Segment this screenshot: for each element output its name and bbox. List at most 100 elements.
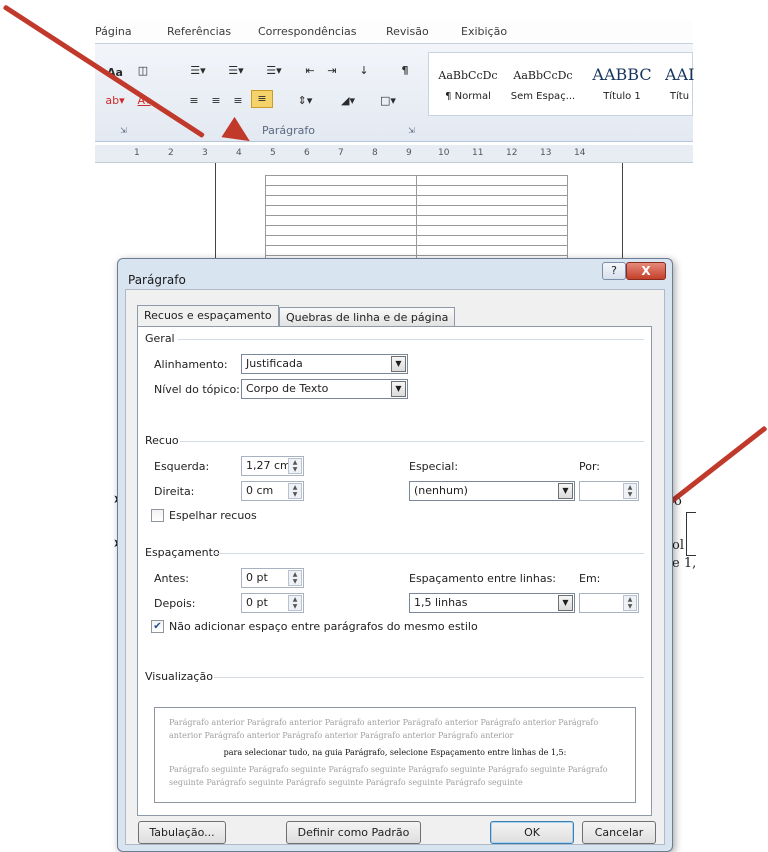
style-sample: AaBbCcDc — [513, 69, 573, 82]
borders-icon[interactable]: □▾ — [372, 92, 404, 110]
ruler-mark: 1 — [134, 148, 140, 158]
dropdown-arrow-icon[interactable]: ▼ — [558, 595, 573, 611]
style-sample: AAI — [665, 65, 694, 84]
cancelar-button[interactable]: Cancelar — [582, 821, 656, 844]
antes-label: Antes: — [154, 572, 190, 585]
horizontal-ruler[interactable]: 1 2 3 4 5 6 7 8 9 10 11 12 13 14 — [95, 145, 693, 163]
clear-format-icon[interactable]: ◫ — [133, 62, 153, 80]
tab-recuos-espacamento[interactable]: Recuos e espaçamento — [137, 305, 279, 326]
shading-icon[interactable]: ◢▾ — [330, 92, 366, 110]
ruler-mark: 6 — [304, 148, 310, 158]
por-spinner[interactable]: ▲ ▼ — [579, 481, 639, 501]
preview-current-paragraph: para selecionar tudo, na guia Parágrafo,… — [223, 748, 567, 757]
nivel-value: Corpo de Texto — [246, 382, 329, 395]
tabulacao-button[interactable]: Tabulação... — [138, 821, 226, 844]
spin-arrows-icon[interactable]: ▲ ▼ — [288, 458, 302, 474]
alinhamento-select[interactable]: Justificada ▼ — [241, 354, 408, 374]
direita-value: 0 cm — [246, 484, 274, 497]
style-name: Título 1 — [603, 91, 641, 102]
paragraph-launcher-icon[interactable]: ⇲ — [408, 126, 415, 135]
align-center-icon[interactable]: ≡ — [207, 92, 225, 110]
multilevel-list-icon[interactable]: ☰▾ — [256, 62, 292, 80]
especial-label: Especial: — [409, 460, 459, 473]
numbering-icon[interactable]: ☰▾ — [218, 62, 254, 80]
preview-box: Parágrafo anterior Parágrafo anterior Pa… — [154, 707, 636, 803]
section-recuo: Recuo — [145, 434, 179, 447]
ruler-mark: 3 — [202, 148, 208, 158]
ruler-mark: 10 — [438, 148, 450, 158]
definir-padrao-button[interactable]: Definir como Padrão — [286, 821, 421, 844]
depois-value: 0 pt — [246, 596, 268, 609]
depois-spinner[interactable]: 0 pt ▲ ▼ — [241, 593, 304, 613]
antes-spinner[interactable]: 0 pt ▲ ▼ — [241, 568, 304, 588]
tab-pagina[interactable]: Página — [95, 25, 132, 38]
ruler-mark: 7 — [338, 148, 344, 158]
style-titulo-2[interactable]: AAI Títu — [665, 65, 694, 102]
section-divider — [214, 677, 644, 678]
spin-arrows-icon[interactable]: ▲ ▼ — [623, 483, 637, 499]
direita-label: Direita: — [154, 485, 195, 498]
espelhar-checkbox[interactable] — [151, 509, 164, 522]
tab-exibicao[interactable]: Exibição — [461, 25, 507, 38]
style-name: ¶ Normal — [445, 91, 491, 102]
dialog-title: Parágrafo — [128, 273, 186, 287]
nivel-select[interactable]: Corpo de Texto ▼ — [241, 379, 408, 399]
espelhar-label[interactable]: Espelhar recuos — [169, 509, 257, 522]
tab-referencias[interactable]: Referências — [167, 25, 231, 38]
document-box-fragment — [686, 512, 696, 556]
nao-adicionar-label[interactable]: Não adicionar espaço entre parágrafos do… — [169, 620, 478, 633]
preview-next-paragraph: Parágrafo seguinte Parágrafo seguinte Pa… — [169, 765, 608, 787]
highlight-icon[interactable]: ab▾ — [100, 92, 130, 110]
style-sample: AABBC — [592, 65, 652, 84]
justify-icon[interactable]: ≡ — [251, 90, 273, 108]
help-button[interactable]: ? — [602, 262, 626, 280]
spin-arrows-icon[interactable]: ▲ ▼ — [288, 483, 302, 499]
depois-label: Depois: — [154, 597, 196, 610]
tab-correspondencias[interactable]: Correspondências — [258, 25, 357, 38]
increase-indent-icon[interactable]: ⇥ — [322, 62, 342, 80]
ruler-mark: 5 — [270, 148, 276, 158]
spin-arrows-icon[interactable]: ▲ ▼ — [288, 595, 302, 611]
em-spinner[interactable]: ▲ ▼ — [579, 593, 639, 613]
show-marks-icon[interactable]: ¶ — [396, 62, 414, 80]
font-launcher-icon[interactable]: ⇲ — [120, 126, 127, 135]
dropdown-arrow-icon[interactable]: ▼ — [558, 483, 573, 499]
section-divider — [178, 339, 644, 340]
style-normal[interactable]: AaBbCcDc ¶ Normal — [435, 69, 501, 102]
line-spacing-icon[interactable]: ⇕▾ — [290, 92, 320, 110]
close-button[interactable]: X — [626, 262, 666, 280]
dropdown-arrow-icon[interactable]: ▼ — [391, 381, 406, 397]
entre-linhas-select[interactable]: 1,5 linhas ▼ — [409, 593, 575, 613]
styles-gallery: AaBbCcDc ¶ Normal AaBbCcDc Sem Espaç... … — [428, 52, 694, 116]
ok-button[interactable]: OK — [490, 821, 574, 844]
ruler-mark: 14 — [574, 148, 586, 158]
align-left-icon[interactable]: ≡ — [185, 92, 203, 110]
spin-arrows-icon[interactable]: ▲ ▼ — [288, 570, 302, 586]
spin-arrows-icon[interactable]: ▲ ▼ — [623, 595, 637, 611]
ruler-mark: 12 — [506, 148, 518, 158]
entre-linhas-label: Espaçamento entre linhas: — [409, 572, 557, 585]
sort-icon[interactable]: ↓ — [354, 62, 374, 80]
em-label: Em: — [579, 572, 601, 585]
tab-revisao[interactable]: Revisão — [386, 25, 429, 38]
tab-quebras[interactable]: Quebras de linha e de página — [279, 307, 456, 326]
align-right-icon[interactable]: ≡ — [229, 92, 247, 110]
section-divider — [214, 553, 644, 554]
section-divider — [180, 441, 644, 442]
style-sem-espaco[interactable]: AaBbCcDc Sem Espaç... — [509, 69, 577, 102]
nao-adicionar-checkbox[interactable]: ✔ — [151, 620, 164, 633]
bullets-icon[interactable]: ☰▾ — [180, 62, 216, 80]
ruler-mark: 9 — [406, 148, 412, 158]
alinhamento-value: Justificada — [246, 357, 303, 370]
style-titulo-1[interactable]: AABBC Título 1 — [585, 65, 659, 102]
esquerda-spinner[interactable]: 1,27 cm ▲ ▼ — [241, 456, 304, 476]
especial-value: (nenhum) — [414, 484, 468, 497]
decrease-indent-icon[interactable]: ⇤ — [300, 62, 320, 80]
nivel-label: Nível do tópico: — [154, 383, 240, 396]
dropdown-arrow-icon[interactable]: ▼ — [391, 356, 406, 372]
especial-select[interactable]: (nenhum) ▼ — [409, 481, 575, 501]
style-name: Títu — [669, 91, 690, 102]
direita-spinner[interactable]: 0 cm ▲ ▼ — [241, 481, 304, 501]
ruler-mark: 13 — [540, 148, 552, 158]
preview-previous-paragraph: Parágrafo anterior Parágrafo anterior Pa… — [169, 718, 599, 740]
